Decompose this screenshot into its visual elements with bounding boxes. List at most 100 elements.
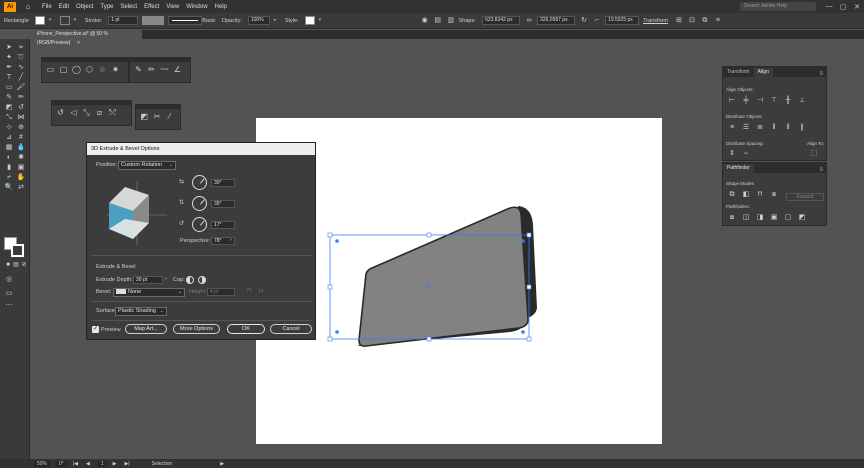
polygon-tool-icon[interactable]: ⬡ — [84, 64, 95, 75]
align-vcenter-icon[interactable]: ╫ — [783, 96, 793, 105]
artboard-tool-icon[interactable]: ▣ — [16, 163, 26, 172]
eraser-tool-icon[interactable]: ◩ — [4, 103, 14, 112]
reflect-tool-icon[interactable]: ◁ — [68, 107, 79, 118]
more-options-button[interactable]: More Options — [173, 324, 220, 334]
distribute-vcenter-icon[interactable]: ☰ — [741, 123, 751, 132]
map-art-button[interactable]: Map Art... — [125, 324, 167, 334]
artboard[interactable] — [256, 118, 662, 444]
intersect-icon[interactable]: ⊓ — [755, 190, 765, 199]
shape-height-field[interactable]: 326.0587 px — [537, 16, 576, 25]
opacity-dropdown-icon[interactable]: ▸ — [274, 16, 282, 25]
last-artboard-icon[interactable]: ▶| — [124, 461, 129, 467]
outline-icon[interactable]: ▢ — [783, 213, 793, 222]
distribute-bottom-icon[interactable]: ≣ — [755, 123, 765, 132]
document-tab[interactable]: iPhone_Perspective.ai* @ 50 % (RGB/Previ… — [34, 30, 142, 46]
stroke-dropdown-icon[interactable]: ▾ — [74, 16, 82, 25]
shaper-tool-icon[interactable]: ✎ — [133, 64, 144, 75]
align-top-icon[interactable]: ⊤ — [769, 96, 779, 105]
rotate-icon[interactable]: ↻ — [579, 16, 589, 25]
align-bottom-icon[interactable]: ⊥ — [797, 96, 807, 105]
divide-icon[interactable]: ⧇ — [727, 213, 737, 222]
horizontal-spacing-icon[interactable]: ⇔ — [741, 149, 751, 158]
tab-pathfinder[interactable]: Pathfinder — [723, 164, 754, 173]
rectangle-tool-icon[interactable]: ▭ — [45, 64, 56, 75]
eraser-tool-icon[interactable]: ◩ — [139, 111, 150, 122]
shape-width-field[interactable]: 623.8242 px — [482, 16, 521, 25]
reshape-tool-icon[interactable]: ⤲ — [107, 107, 118, 118]
line-tool-icon[interactable]: ╱ — [16, 73, 26, 82]
perspective-slider-icon[interactable]: › — [230, 237, 232, 243]
cap-off-icon[interactable] — [198, 276, 206, 284]
free-transform-tool-icon[interactable]: ⊹ — [4, 123, 14, 132]
minimize-button[interactable]: — — [822, 3, 836, 10]
rotate-tool-icon[interactable]: ↺ — [16, 103, 26, 112]
perspective-grid-tool-icon[interactable]: ⊿ — [4, 133, 14, 142]
align-right-icon[interactable]: ⊣ — [755, 96, 765, 105]
corner-radius-field[interactable]: 19.5925 px — [605, 16, 640, 25]
minus-back-icon[interactable]: ◩ — [797, 213, 807, 222]
minus-front-icon[interactable]: ◧ — [741, 190, 751, 199]
paintbrush-tool-icon[interactable]: 🖌 — [16, 83, 26, 92]
hand-tool-icon[interactable]: ✋ — [16, 173, 26, 182]
menu-select[interactable]: Select — [120, 4, 137, 10]
bevel-height-field[interactable]: 4 pt — [207, 288, 235, 296]
bevel-in-icon[interactable]: ⊔ — [259, 288, 263, 294]
pencil-tool-icon[interactable]: ✏ — [146, 64, 157, 75]
direct-selection-tool-icon[interactable]: ➢ — [16, 43, 26, 52]
extrude-depth-slider-icon[interactable]: › — [165, 276, 167, 282]
align-hcenter-icon[interactable]: ╪ — [741, 96, 751, 105]
rectangle-tool-icon[interactable]: ▭ — [4, 83, 14, 92]
reference-point-icon[interactable]: ⊞ — [674, 16, 684, 25]
pencil-tool-icon[interactable]: ✏ — [16, 93, 26, 102]
control-panel-menu-icon[interactable]: ≡ — [713, 16, 723, 25]
symbol-sprayer-tool-icon[interactable]: ✺ — [16, 153, 26, 162]
zoom-level-field[interactable]: 50% — [34, 460, 51, 467]
artboard-number-field[interactable]: 1 — [97, 460, 107, 467]
menu-type[interactable]: Type — [100, 4, 113, 10]
previous-artboard-icon[interactable]: ◀ — [86, 461, 90, 467]
pen-tool-icon[interactable]: ✒ — [4, 63, 14, 72]
tab-align[interactable]: Align — [753, 68, 773, 77]
tab-transform[interactable]: Transform — [723, 68, 754, 77]
bevel-select[interactable]: None ⌄ — [113, 288, 185, 297]
shear-tool-icon[interactable]: ⧄ — [94, 107, 105, 118]
crop-icon[interactable]: ▣ — [769, 213, 779, 222]
type-tool-icon[interactable]: T — [4, 73, 14, 82]
stroke-color-box[interactable] — [11, 244, 24, 257]
distribute-top-icon[interactable]: ≡ — [727, 123, 737, 132]
panel-menu-icon[interactable]: ≡ — [819, 167, 826, 173]
z-rotation-dial[interactable] — [192, 217, 207, 232]
status-arrow-icon[interactable]: ▶ — [220, 461, 224, 467]
x-rotation-dial[interactable] — [192, 175, 207, 190]
style-dropdown-icon[interactable]: ▾ — [319, 16, 327, 25]
menu-window[interactable]: Window — [186, 4, 207, 10]
unite-icon[interactable]: ⧉ — [727, 190, 737, 199]
scissors-tool-icon[interactable]: ✂ — [152, 111, 163, 122]
scale-tool-icon[interactable]: ⤡ — [4, 113, 14, 122]
rotation-cube-preview[interactable] — [99, 177, 173, 247]
corner-icon[interactable]: ⌐ — [592, 16, 602, 25]
vertical-spacing-icon[interactable]: ⇕ — [727, 149, 737, 158]
menu-effect[interactable]: Effect — [144, 4, 159, 10]
smooth-tool-icon[interactable]: 〰 — [159, 64, 170, 75]
magic-wand-tool-icon[interactable]: ✦ — [4, 53, 14, 62]
width-tool-icon[interactable]: ⋈ — [16, 113, 26, 122]
close-tab-icon[interactable]: ✕ — [76, 40, 80, 46]
stroke-weight-field[interactable]: 1 pt — [108, 16, 139, 25]
dialog-title[interactable]: 3D Extrude & Bevel Options — [87, 143, 315, 155]
stroke-swatch[interactable] — [59, 16, 70, 25]
curvature-tool-icon[interactable]: ∿ — [16, 63, 26, 72]
merge-icon[interactable]: ◨ — [755, 213, 765, 222]
brush-definition-dropdown[interactable] — [168, 16, 203, 25]
bevel-out-icon[interactable]: ⊓ — [247, 288, 251, 294]
blend-tool-icon[interactable]: ◐ — [4, 153, 14, 162]
link-icon[interactable]: ∞ — [524, 16, 534, 25]
recolor-icon[interactable]: ◉ — [420, 16, 430, 25]
z-rotation-field[interactable]: 17° — [211, 221, 235, 229]
lasso-tool-icon[interactable]: ➰ — [16, 53, 26, 62]
menu-object[interactable]: Object — [76, 4, 93, 10]
close-window-button[interactable]: ✕ — [850, 3, 864, 11]
draw-mode-icon[interactable]: ◎ — [4, 275, 14, 284]
next-artboard-icon[interactable]: ▶ — [113, 461, 117, 467]
y-rotation-dial[interactable] — [192, 196, 207, 211]
